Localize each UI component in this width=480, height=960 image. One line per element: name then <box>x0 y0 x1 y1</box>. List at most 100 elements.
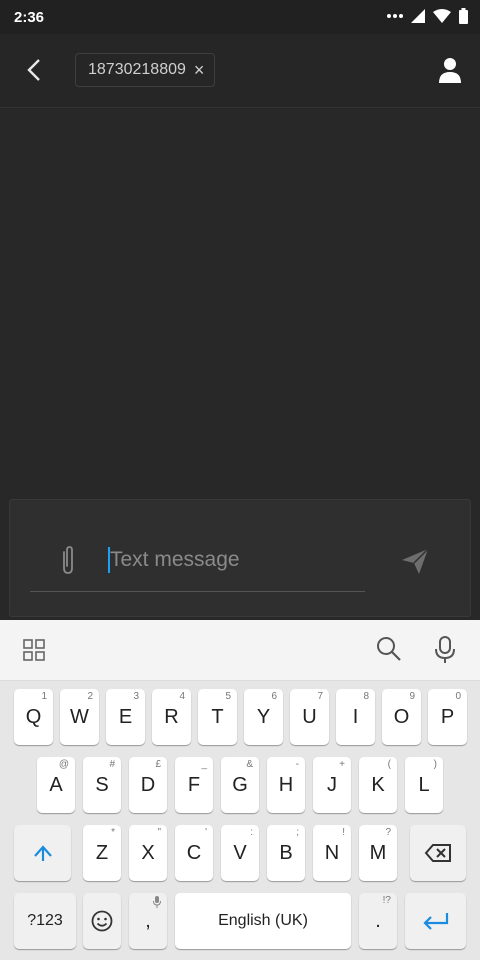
period-hint: !? <box>382 895 391 906</box>
key-y[interactable]: 6Y <box>244 689 283 745</box>
key-hint: 6 <box>271 691 277 702</box>
key-label: M <box>369 841 387 864</box>
space-key-label: English (UK) <box>218 912 308 929</box>
status-time: 2:36 <box>14 9 45 26</box>
key-g[interactable]: & G <box>221 757 259 813</box>
key-s[interactable]: # S <box>83 757 121 813</box>
comma-mic-hint-icon <box>153 896 161 908</box>
key-k[interactable]: (K <box>359 757 397 813</box>
keyboard: 1Q2W3E4R5T6Y7U8I9O0P @ A # S £ D _ F & G - H + J(K) L … <box>0 681 480 960</box>
key-label: N <box>324 841 340 864</box>
key-x[interactable]: " X <box>129 825 167 881</box>
backspace-icon <box>424 844 451 862</box>
contact-button[interactable] <box>436 56 464 84</box>
key-label: E <box>118 705 133 728</box>
key-n[interactable]: ! N <box>313 825 351 881</box>
key-label: P <box>440 705 455 728</box>
key-hint: 5 <box>225 691 231 702</box>
back-button[interactable] <box>18 54 50 86</box>
attach-button[interactable] <box>58 544 78 576</box>
key-j[interactable]: + J <box>313 757 351 813</box>
key-hint: 8 <box>363 691 369 702</box>
key-f[interactable]: _ F <box>175 757 213 813</box>
remove-recipient-icon[interactable]: × <box>194 61 205 79</box>
key-hint: - <box>295 759 299 770</box>
key-v[interactable]: :V <box>221 825 259 881</box>
key-hint: * <box>111 827 115 838</box>
key-hint: ? <box>385 827 391 838</box>
apps-grid-button[interactable] <box>22 638 46 662</box>
key-w[interactable]: 2W <box>60 689 99 745</box>
key-a[interactable]: @ A <box>37 757 75 813</box>
key-z[interactable]: * Z <box>83 825 121 881</box>
battery-icon <box>459 8 468 24</box>
period-label: . <box>375 909 381 932</box>
key-label: F <box>187 773 201 796</box>
key-hint: & <box>246 759 253 770</box>
key-hint: ( <box>387 759 391 770</box>
more-dots-icon <box>387 14 403 18</box>
recipient-number: 18730218809 <box>88 61 186 78</box>
signal-icon <box>411 9 425 23</box>
key-label: Q <box>25 705 42 728</box>
key-label: I <box>352 705 359 728</box>
key-label: B <box>279 841 293 864</box>
key-p[interactable]: 0P <box>428 689 467 745</box>
keyboard-search-button[interactable] <box>376 636 402 662</box>
key-u[interactable]: 7U <box>290 689 329 745</box>
input-underline <box>30 591 365 592</box>
key-label: K <box>371 773 385 796</box>
key-hint: # <box>109 759 115 770</box>
recipient-chip[interactable]: 18730218809 × <box>75 53 216 87</box>
send-button[interactable] <box>400 546 432 578</box>
app-bar: 18730218809 × <box>0 34 480 108</box>
key-label: S <box>95 773 109 796</box>
key-label: J <box>327 773 337 796</box>
key-hint: 3 <box>133 691 139 702</box>
numbers-symbols-key[interactable]: ?123 <box>14 893 76 949</box>
microphone-icon <box>435 636 455 663</box>
shift-key[interactable] <box>14 825 71 881</box>
key-hint: + <box>339 759 345 770</box>
key-hint: 2 <box>87 691 93 702</box>
period-key[interactable]: !? . <box>359 893 397 949</box>
comma-label: , <box>145 909 151 932</box>
key-r[interactable]: 4R <box>152 689 191 745</box>
key-m[interactable]: ? M <box>359 825 397 881</box>
key-hint: 9 <box>409 691 415 702</box>
key-label: U <box>302 705 317 728</box>
key-b[interactable]: ; B <box>267 825 305 881</box>
conversation-area <box>0 108 480 498</box>
key-l[interactable]: ) L <box>405 757 443 813</box>
key-hint: ' <box>205 827 207 838</box>
space-key[interactable]: English (UK) <box>175 893 351 949</box>
key-e[interactable]: 3E <box>106 689 145 745</box>
shift-arrow-icon <box>33 845 52 861</box>
key-label: G <box>232 773 248 796</box>
key-label: D <box>140 773 156 796</box>
key-hint: _ <box>201 759 207 770</box>
key-h[interactable]: -H <box>267 757 305 813</box>
key-hint: ! <box>342 827 345 838</box>
key-t[interactable]: 5T <box>198 689 237 745</box>
enter-key[interactable] <box>405 893 466 949</box>
key-i[interactable]: 8I <box>336 689 375 745</box>
key-c[interactable]: ' C <box>175 825 213 881</box>
enter-icon <box>422 913 448 930</box>
backspace-key[interactable] <box>410 825 466 881</box>
voice-input-button[interactable] <box>434 636 456 664</box>
emoji-key[interactable] <box>83 893 121 949</box>
key-label: O <box>393 705 410 728</box>
key-d[interactable]: £ D <box>129 757 167 813</box>
message-input[interactable]: Text message <box>108 544 363 576</box>
status-icons <box>387 8 468 24</box>
key-q[interactable]: 1Q <box>14 689 53 745</box>
grid-icon <box>23 639 45 661</box>
comma-key[interactable]: , <box>129 893 167 949</box>
numbers-key-label: ?123 <box>27 912 63 929</box>
key-hint: ) <box>433 759 437 770</box>
keyboard-toolbar <box>0 620 480 681</box>
key-hint: ; <box>296 827 299 838</box>
key-label: V <box>233 841 247 864</box>
key-o[interactable]: 9O <box>382 689 421 745</box>
